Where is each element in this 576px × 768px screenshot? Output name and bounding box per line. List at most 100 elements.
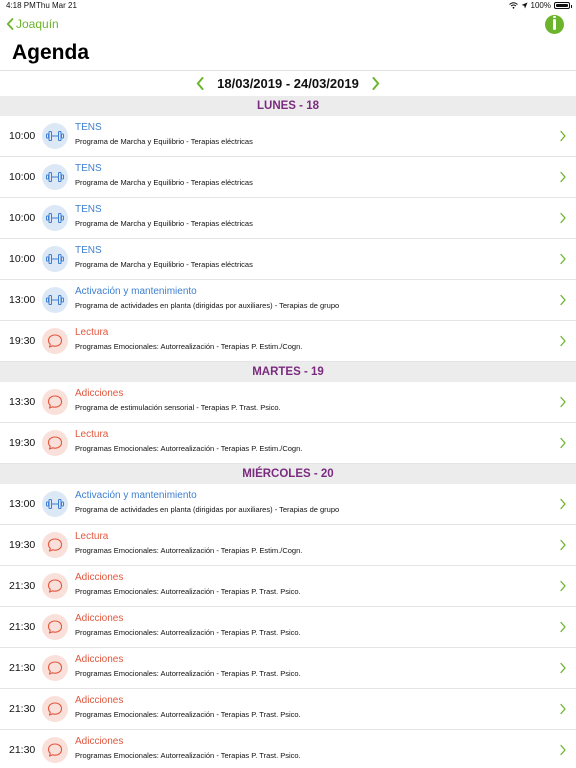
agenda-item[interactable]: 21:30 Adicciones Programas Emocionales: Au… — [0, 566, 576, 607]
agenda-item-time: 13:00 — [9, 498, 36, 510]
agenda-item[interactable]: 10:00 TENS Programa de Marcha y Equilibrio… — [0, 198, 576, 239]
agenda-item[interactable]: 13:00 Activación y mantenimiento Programa … — [0, 280, 576, 321]
agenda-item-icon — [42, 737, 68, 763]
agenda-item[interactable]: 19:30 Lectura Programas Emocionales: Autor… — [0, 321, 576, 362]
battery-icon — [554, 2, 572, 9]
chevron-right-icon — [372, 77, 380, 90]
agenda-item[interactable]: 21:30 Adicciones Programas Emocionales: Au… — [0, 648, 576, 689]
battery-percentage: 100% — [530, 1, 551, 10]
status-time: 4:18 PM — [6, 1, 36, 10]
info-icon — [553, 16, 556, 30]
agenda-item-subtitle: Programa de actividades en planta (dirig… — [75, 505, 340, 514]
chevron-right-icon — [560, 580, 566, 592]
chevron-right-icon — [560, 130, 566, 142]
agenda-item-time: 21:30 — [9, 580, 36, 592]
agenda-item-title: Activación y mantenimiento — [75, 490, 197, 501]
agenda-item-subtitle: Programas Emocionales: Autorrealización … — [75, 710, 301, 719]
previous-week-button[interactable] — [193, 75, 207, 93]
agenda-item-title: Adicciones — [75, 736, 124, 747]
agenda-item-time: 10:00 — [9, 212, 36, 224]
day-header: MARTES - 19 — [0, 362, 576, 382]
agenda-item-time: 21:30 — [9, 621, 36, 633]
chat-bubble-icon — [47, 702, 63, 716]
chevron-right-icon — [560, 396, 566, 408]
agenda-item[interactable]: 19:30 Lectura Programas Emocionales: Autor… — [0, 525, 576, 566]
location-arrow-icon — [521, 2, 528, 9]
agenda-item[interactable]: 10:00 TENS Programa de Marcha y Equilibrio… — [0, 116, 576, 157]
agenda-item-subtitle: Programas Emocionales: Autorrealización … — [75, 628, 301, 637]
chevron-right-icon — [560, 662, 566, 674]
chevron-right-icon — [560, 212, 566, 224]
agenda-item[interactable]: 10:00 TENS Programa de Marcha y Equilibrio… — [0, 239, 576, 280]
agenda-item[interactable]: 21:30 Adicciones Programas Emocionales: Au… — [0, 689, 576, 730]
battery-level — [556, 4, 568, 7]
dumbbell-icon — [46, 172, 64, 182]
chevron-right-icon — [560, 335, 566, 347]
agenda-item-icon — [42, 614, 68, 640]
agenda-item[interactable]: 21:30 Adicciones Programas Emocionales: Au… — [0, 730, 576, 768]
dumbbell-icon — [46, 131, 64, 141]
agenda-item-subtitle: Programas Emocionales: Autorrealización … — [75, 444, 303, 453]
agenda-item-icon — [42, 205, 68, 231]
chat-bubble-icon — [47, 743, 63, 757]
dumbbell-icon — [46, 213, 64, 223]
status-bar: 4:18 PM Thu Mar 21 100% — [0, 0, 576, 12]
info-button[interactable] — [545, 15, 564, 34]
agenda-item-title: Adicciones — [75, 388, 124, 399]
chat-bubble-icon — [47, 395, 63, 409]
status-indicators: 100% — [508, 1, 572, 10]
agenda-item-title: Adicciones — [75, 572, 124, 583]
week-navigator: 18/03/2019 - 24/03/2019 — [0, 70, 576, 96]
agenda-item-subtitle: Programas Emocionales: Autorrealización … — [75, 546, 303, 555]
agenda-item-time: 13:00 — [9, 294, 36, 306]
chevron-right-icon — [560, 498, 566, 510]
agenda-item[interactable]: 21:30 Adicciones Programas Emocionales: Au… — [0, 607, 576, 648]
agenda-item-subtitle: Programas Emocionales: Autorrealización … — [75, 751, 301, 760]
agenda-item-icon — [42, 491, 68, 517]
agenda-item-subtitle: Programa de Marcha y Equilibrio - Terapi… — [75, 178, 253, 187]
chevron-right-icon — [560, 539, 566, 551]
agenda-item-title: TENS — [75, 163, 102, 174]
agenda-item-icon — [42, 532, 68, 558]
chevron-right-icon — [560, 171, 566, 183]
agenda-item-icon — [42, 328, 68, 354]
agenda-item-time: 10:00 — [9, 171, 36, 183]
dumbbell-icon — [46, 254, 64, 264]
agenda-item-time: 10:00 — [9, 253, 36, 265]
agenda-item-time: 21:30 — [9, 744, 36, 756]
agenda-item-icon — [42, 389, 68, 415]
agenda-item-icon — [42, 655, 68, 681]
chevron-left-icon — [6, 18, 14, 30]
agenda-item-subtitle: Programa de Marcha y Equilibrio - Terapi… — [75, 219, 253, 228]
agenda-item-time: 19:30 — [9, 539, 36, 551]
agenda-item-title: Adicciones — [75, 613, 124, 624]
agenda-item-title: Activación y mantenimiento — [75, 286, 197, 297]
chat-bubble-icon — [47, 579, 63, 593]
agenda-item[interactable]: 19:30 Lectura Programas Emocionales: Autor… — [0, 423, 576, 464]
wifi-icon — [508, 2, 518, 9]
agenda-item-title: Adicciones — [75, 654, 124, 665]
agenda-item-icon — [42, 246, 68, 272]
agenda-item-subtitle: Programas Emocionales: Autorrealización … — [75, 587, 301, 596]
chevron-right-icon — [560, 703, 566, 715]
agenda-item-icon — [42, 696, 68, 722]
agenda-item[interactable]: 13:00 Activación y mantenimiento Programa … — [0, 484, 576, 525]
back-button[interactable]: Joaquín — [6, 17, 59, 31]
agenda-item-icon — [42, 573, 68, 599]
chat-bubble-icon — [47, 538, 63, 552]
agenda-item-time: 10:00 — [9, 130, 36, 142]
agenda-item-icon — [42, 287, 68, 313]
agenda-item-subtitle: Programa de Marcha y Equilibrio - Terapi… — [75, 260, 253, 269]
page-title: Agenda — [12, 41, 90, 64]
agenda-item[interactable]: 10:00 TENS Programa de Marcha y Equilibrio… — [0, 157, 576, 198]
agenda-item-icon — [42, 123, 68, 149]
agenda-item-icon — [42, 430, 68, 456]
status-date: Thu Mar 21 — [36, 1, 77, 10]
back-button-label: Joaquín — [16, 17, 59, 31]
chevron-left-icon — [196, 77, 204, 90]
next-week-button[interactable] — [369, 75, 383, 93]
agenda-item[interactable]: 13:30 Adicciones Programa de estimulación … — [0, 382, 576, 423]
agenda-item-title: Lectura — [75, 327, 109, 338]
chevron-right-icon — [560, 621, 566, 633]
chat-bubble-icon — [47, 661, 63, 675]
